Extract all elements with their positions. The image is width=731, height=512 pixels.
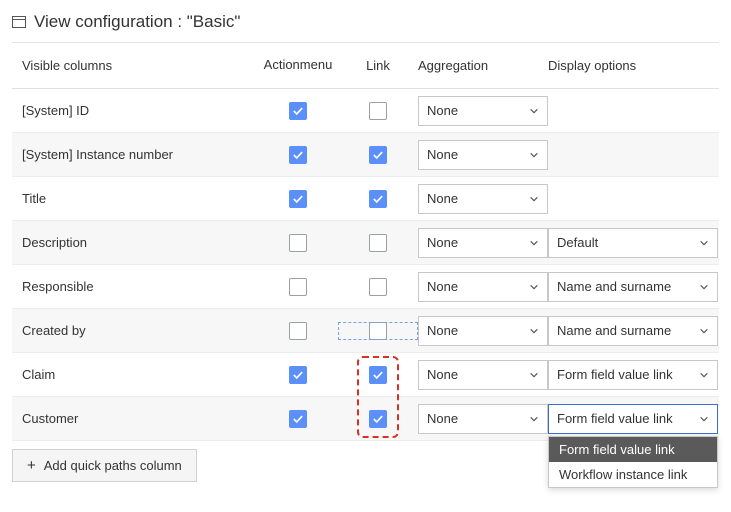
link-checkbox[interactable] — [369, 366, 387, 384]
column-label: Claim — [18, 367, 258, 382]
column-label: [System] ID — [18, 103, 258, 118]
action-menu-checkbox[interactable] — [289, 366, 307, 384]
column-label: Responsible — [18, 279, 258, 294]
dropdown-option-form-field-value-link[interactable]: Form field value link — [549, 437, 717, 462]
link-checkbox[interactable] — [369, 410, 387, 428]
header-display-options: Display options — [548, 58, 718, 73]
display-options-dropdown[interactable]: Form field value link Workflow instance … — [548, 436, 718, 488]
aggregation-select[interactable]: None — [418, 360, 548, 390]
display-options-select[interactable]: Default — [548, 228, 718, 258]
header-link: Link — [338, 58, 418, 73]
aggregation-select[interactable]: None — [418, 96, 548, 126]
action-menu-checkbox[interactable] — [289, 146, 307, 164]
header-aggregation: Aggregation — [418, 58, 548, 73]
columns-table: Visible columns Action menu Link Aggrega… — [12, 42, 719, 441]
display-options-select[interactable]: Form field value link — [548, 360, 718, 390]
aggregation-select[interactable]: None — [418, 404, 548, 434]
column-label: Created by — [18, 323, 258, 338]
display-options-select[interactable]: Form field value link — [548, 404, 718, 434]
dropdown-option-workflow-instance-link[interactable]: Workflow instance link — [549, 462, 717, 487]
action-menu-checkbox[interactable] — [289, 190, 307, 208]
link-checkbox[interactable] — [369, 146, 387, 164]
table-row: Description NoneDefault — [12, 221, 719, 265]
action-menu-checkbox[interactable] — [289, 410, 307, 428]
panel-title: View configuration : "Basic" — [34, 12, 240, 32]
link-checkbox[interactable] — [369, 102, 387, 120]
display-options-select[interactable]: Name and surname — [548, 316, 718, 346]
view-configuration-panel: View configuration : "Basic" Visible col… — [0, 0, 731, 494]
header-action-menu: Action menu — [258, 58, 338, 73]
table-row: Customer NoneForm field value link — [12, 397, 719, 441]
column-label: [System] Instance number — [18, 147, 258, 162]
table-row: Created by NoneName and surname — [12, 309, 719, 353]
plus-icon: + — [27, 458, 36, 473]
action-menu-checkbox[interactable] — [289, 234, 307, 252]
table-row: [System] ID None — [12, 89, 719, 133]
display-options-select[interactable]: Name and surname — [548, 272, 718, 302]
header-visible-columns: Visible columns — [18, 58, 258, 73]
table-row: Title None — [12, 177, 719, 221]
action-menu-checkbox[interactable] — [289, 102, 307, 120]
panel-title-row: View configuration : "Basic" — [12, 8, 719, 42]
link-checkbox[interactable] — [369, 322, 387, 340]
add-quick-paths-label: Add quick paths column — [44, 458, 182, 473]
link-checkbox[interactable] — [369, 190, 387, 208]
column-label: Customer — [18, 411, 258, 426]
window-icon — [12, 16, 26, 28]
aggregation-select[interactable]: None — [418, 140, 548, 170]
column-label: Description — [18, 235, 258, 250]
action-menu-checkbox[interactable] — [289, 322, 307, 340]
table-row: Claim NoneForm field value link — [12, 353, 719, 397]
action-menu-checkbox[interactable] — [289, 278, 307, 296]
link-checkbox[interactable] — [369, 278, 387, 296]
column-label: Title — [18, 191, 258, 206]
aggregation-select[interactable]: None — [418, 316, 548, 346]
table-row: Responsible NoneName and surname — [12, 265, 719, 309]
aggregation-select[interactable]: None — [418, 272, 548, 302]
link-checkbox[interactable] — [369, 234, 387, 252]
add-quick-paths-button[interactable]: + Add quick paths column — [12, 449, 197, 482]
table-header-row: Visible columns Action menu Link Aggrega… — [12, 43, 719, 89]
table-row: [System] Instance number None — [12, 133, 719, 177]
aggregation-select[interactable]: None — [418, 228, 548, 258]
aggregation-select[interactable]: None — [418, 184, 548, 214]
